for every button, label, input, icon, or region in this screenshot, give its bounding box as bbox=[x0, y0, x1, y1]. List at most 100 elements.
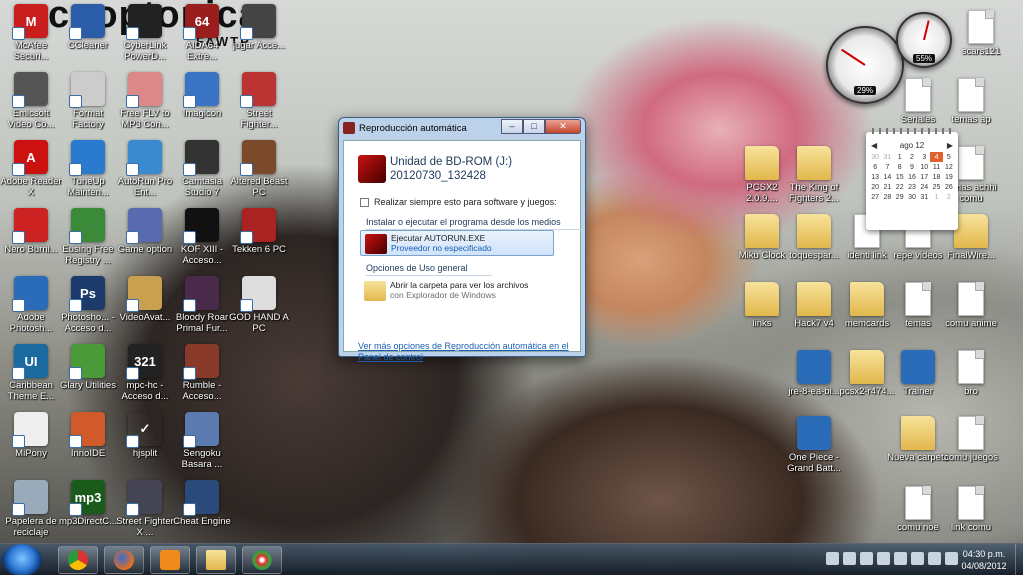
desktop-icon[interactable]: A Adobe Reader X bbox=[0, 138, 62, 206]
calendar-day[interactable]: 12 bbox=[943, 162, 955, 172]
desktop-icon[interactable]: Adobe Photosh... bbox=[0, 274, 62, 342]
desktop-icon[interactable]: AutoRun Pro Ent... bbox=[114, 138, 176, 206]
tray-battery-icon[interactable] bbox=[911, 552, 924, 565]
desktop-icon[interactable]: Game option bbox=[114, 206, 176, 274]
always-do-this-checkbox[interactable]: Realizar siempre esto para software y ju… bbox=[360, 197, 557, 207]
desktop-icon[interactable]: TuneUp Mainten... bbox=[57, 138, 119, 206]
cpu-meter-gadget[interactable]: 29% bbox=[826, 26, 904, 104]
desktop-icon[interactable]: Altered Beast PC bbox=[228, 138, 290, 206]
run-autorun-option[interactable]: Ejecutar AUTORUN.EXE Proveedor no especi… bbox=[360, 230, 554, 256]
desktop-icon[interactable]: link comu bbox=[940, 484, 1002, 552]
calendar-day[interactable]: 20 bbox=[869, 182, 881, 192]
desktop-icon[interactable]: CyberLink PowerD... bbox=[114, 2, 176, 70]
taskbar-clock[interactable]: 04:30 p.m. 04/08/2012 bbox=[954, 548, 1014, 572]
calendar-day[interactable]: 4 bbox=[930, 152, 943, 162]
desktop-icon[interactable]: 64 AIDA64 Extre... bbox=[171, 2, 233, 70]
desktop-icon[interactable]: Ps Photosho... - Acceso d... bbox=[57, 274, 119, 342]
calendar-day[interactable]: 22 bbox=[894, 182, 906, 192]
taskbar-media-player-button[interactable] bbox=[150, 546, 190, 574]
desktop-icon[interactable]: The King of Fighters 2... bbox=[783, 144, 845, 212]
calendar-day[interactable]: 1 bbox=[894, 152, 906, 162]
calendar-day[interactable]: 6 bbox=[869, 162, 881, 172]
desktop-icon[interactable]: Street Fighter X ... bbox=[114, 478, 176, 546]
calendar-day[interactable]: 29 bbox=[894, 192, 906, 202]
dialog-titlebar[interactable]: Reproducción automática – □ ✕ bbox=[339, 118, 585, 138]
desktop-icon[interactable]: bro bbox=[940, 348, 1002, 416]
desktop-icon[interactable]: Imagicon bbox=[171, 70, 233, 138]
calendar-day[interactable]: 9 bbox=[906, 162, 918, 172]
calendar-day[interactable]: 23 bbox=[906, 182, 918, 192]
tray-network-icon[interactable] bbox=[826, 552, 839, 565]
calendar-next-icon[interactable]: ▶ bbox=[947, 141, 953, 150]
desktop-icon[interactable]: MiPony bbox=[0, 410, 62, 478]
calendar-day[interactable]: 15 bbox=[894, 172, 906, 182]
calendar-prev-icon[interactable]: ◀ bbox=[871, 141, 877, 150]
desktop-icon[interactable]: Format Factory bbox=[57, 70, 119, 138]
tray-flag-icon[interactable] bbox=[894, 552, 907, 565]
desktop-icon[interactable]: InnoIDE bbox=[57, 410, 119, 478]
maximize-button[interactable]: □ bbox=[523, 119, 545, 134]
calendar-day[interactable]: 11 bbox=[930, 162, 942, 172]
tray-update-icon[interactable] bbox=[877, 552, 890, 565]
desktop-icon[interactable]: Tekken 6 PC bbox=[228, 206, 290, 274]
desktop-icon[interactable]: Rumble - Acceso... bbox=[171, 342, 233, 410]
desktop-icon[interactable]: M McAfee Securi... bbox=[0, 2, 62, 70]
calendar-day[interactable]: 31 bbox=[881, 152, 893, 162]
desktop-icon[interactable]: Bloody Roar Primal Fur... bbox=[171, 274, 233, 342]
desktop-icon[interactable]: Glary Utilities bbox=[57, 342, 119, 410]
desktop-icon[interactable]: GOD HAND A PC bbox=[228, 274, 290, 342]
desktop-icon[interactable]: Cheat Engine bbox=[171, 478, 233, 546]
calendar-day[interactable]: 8 bbox=[894, 162, 906, 172]
calendar-day[interactable]: 1 bbox=[930, 192, 942, 202]
taskbar-explorer-button[interactable] bbox=[196, 546, 236, 574]
calendar-day[interactable]: 5 bbox=[943, 152, 955, 162]
calendar-day[interactable]: 10 bbox=[918, 162, 930, 172]
desktop-icon[interactable]: comu juegos bbox=[940, 414, 1002, 482]
minimize-button[interactable]: – bbox=[501, 119, 523, 134]
desktop-icon[interactable]: Emicsoft Video Co... bbox=[0, 70, 62, 138]
desktop-icon[interactable]: 321 mpc-hc - Acceso d... bbox=[114, 342, 176, 410]
open-folder-option[interactable]: Abrir la carpeta para ver los archivos c… bbox=[360, 278, 554, 304]
tray-app-icon[interactable] bbox=[860, 552, 873, 565]
calendar-day[interactable]: 24 bbox=[918, 182, 930, 192]
calendar-day[interactable]: 19 bbox=[943, 172, 955, 182]
calendar-day[interactable]: 13 bbox=[869, 172, 881, 182]
desktop-icon[interactable]: mp3 mp3DirectC... bbox=[57, 478, 119, 546]
taskbar-cyberlink-button[interactable] bbox=[242, 546, 282, 574]
calendar-day[interactable]: 25 bbox=[930, 182, 942, 192]
calendar-gadget[interactable]: ◀ ago 12 ▶ 30 31 1 2 3 4 5 6 7 8 9 10 11 12 13 14 15 16 17… bbox=[866, 128, 958, 230]
calendar-day[interactable]: 16 bbox=[906, 172, 918, 182]
calendar-day[interactable]: 2 bbox=[943, 192, 955, 202]
desktop-icon[interactable]: jugar Acce... bbox=[228, 2, 290, 70]
desktop-icon[interactable]: VideoAvat... bbox=[114, 274, 176, 342]
calendar-day[interactable]: 17 bbox=[918, 172, 930, 182]
show-desktop-button[interactable] bbox=[1015, 544, 1023, 575]
calendar-day[interactable]: 31 bbox=[918, 192, 930, 202]
calendar-day[interactable]: 7 bbox=[881, 162, 893, 172]
desktop-icon[interactable]: One Piece - Grand Batt... bbox=[783, 414, 845, 482]
calendar-day[interactable]: 27 bbox=[869, 192, 881, 202]
calendar-day[interactable]: 3 bbox=[918, 152, 930, 162]
checkbox-box[interactable] bbox=[360, 197, 369, 207]
calendar-day[interactable]: 26 bbox=[943, 182, 955, 192]
calendar-day[interactable]: 14 bbox=[881, 172, 893, 182]
close-button[interactable]: ✕ bbox=[545, 119, 581, 134]
calendar-day[interactable]: 18 bbox=[930, 172, 942, 182]
desktop-icon[interactable]: Camtasia Studio 7 bbox=[171, 138, 233, 206]
taskbar-chrome-button[interactable] bbox=[58, 546, 98, 574]
calendar-day[interactable]: 30 bbox=[906, 192, 918, 202]
calendar-day[interactable]: 30 bbox=[869, 152, 881, 162]
desktop-icon[interactable]: Street Fighter... bbox=[228, 70, 290, 138]
desktop-icon[interactable]: Free FLV to MP3 Con... bbox=[114, 70, 176, 138]
taskbar-firefox-button[interactable] bbox=[104, 546, 144, 574]
desktop-icon[interactable]: Eusing Free Registry ... bbox=[57, 206, 119, 274]
control-panel-link[interactable]: Ver más opciones de Reproducción automát… bbox=[358, 341, 578, 363]
tray-volume-icon[interactable] bbox=[928, 552, 941, 565]
desktop-icon[interactable]: KOF XIII - Acceso... bbox=[171, 206, 233, 274]
memory-meter-gadget[interactable]: 55% bbox=[896, 12, 952, 68]
desktop-icon[interactable]: scars121 bbox=[950, 8, 1012, 76]
desktop-icon[interactable]: Nero Burni... bbox=[0, 206, 62, 274]
start-button[interactable] bbox=[2, 544, 42, 575]
desktop-icon[interactable]: comu anime bbox=[940, 280, 1002, 348]
calendar-day[interactable]: 21 bbox=[881, 182, 893, 192]
